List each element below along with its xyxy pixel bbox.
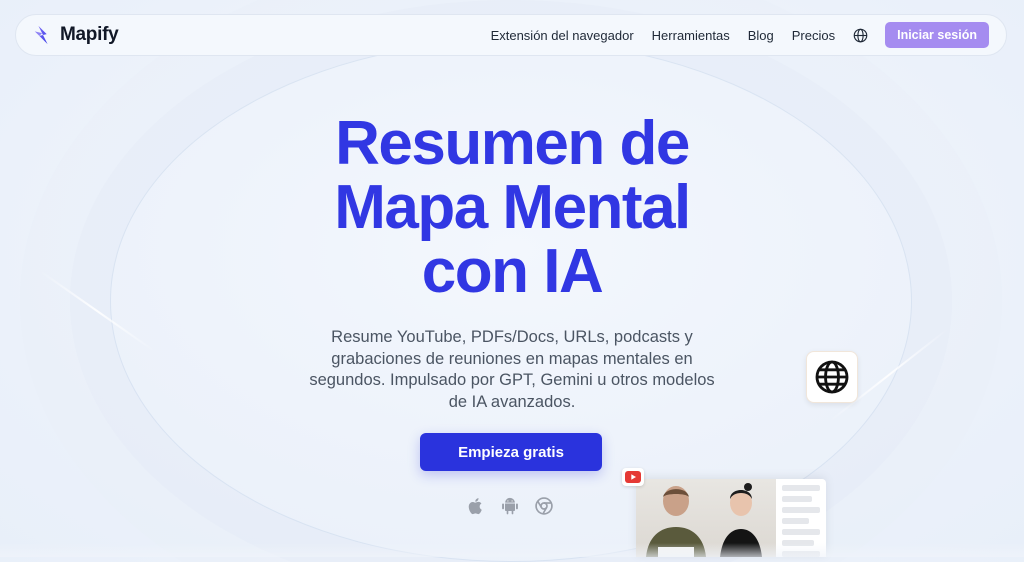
chrome-icon[interactable] [534,496,554,516]
hero-subtitle: Resume YouTube, PDFs/Docs, URLs, podcast… [300,327,724,413]
nav-links: Extensión del navegador Herramientas Blo… [491,22,1006,48]
panel-line [782,496,813,502]
top-navbar: Mapify Extensión del navegador Herramien… [15,14,1007,56]
youtube-badge [622,468,644,486]
brand-name: Mapify [60,24,119,45]
brand[interactable]: Mapify [32,24,119,46]
nav-link-pricing[interactable]: Precios [792,28,835,43]
android-icon[interactable] [500,496,520,516]
login-button[interactable]: Iniciar sesión [885,22,989,48]
globe-card [806,351,858,403]
apple-icon[interactable] [466,496,486,516]
light-streak [39,270,156,353]
subtitle-line: de IA avanzados. [448,392,576,411]
hero-title: Resumen de Mapa Mental con IA [262,112,762,304]
subtitle-line: grabaciones de reuniones en mapas mental… [331,349,693,368]
hero-title-line: Resumen de [335,109,690,178]
panel-line [782,507,820,513]
panel-line [782,485,820,491]
subtitle-line: segundos. Impulsado por GPT, Gemini u ot… [309,371,715,389]
bottom-fade [0,543,1024,557]
globe-icon [815,360,849,394]
nav-link-blog[interactable]: Blog [748,28,774,43]
nav-link-browser-extension[interactable]: Extensión del navegador [491,28,634,43]
globe-icon[interactable] [853,28,868,43]
nav-link-tools[interactable]: Herramientas [652,28,730,43]
panel-line [782,518,809,524]
start-free-button[interactable]: Empieza gratis [420,433,602,471]
platform-icons [466,496,568,516]
panel-line [782,529,820,535]
hero-title-line: Mapa Mental [334,173,691,242]
youtube-icon [625,471,641,483]
lightning-bolt-icon [34,25,48,45]
subtitle-line: Resume YouTube, PDFs/Docs, URLs, podcast… [331,328,693,346]
hero-title-line: con IA [421,237,604,306]
